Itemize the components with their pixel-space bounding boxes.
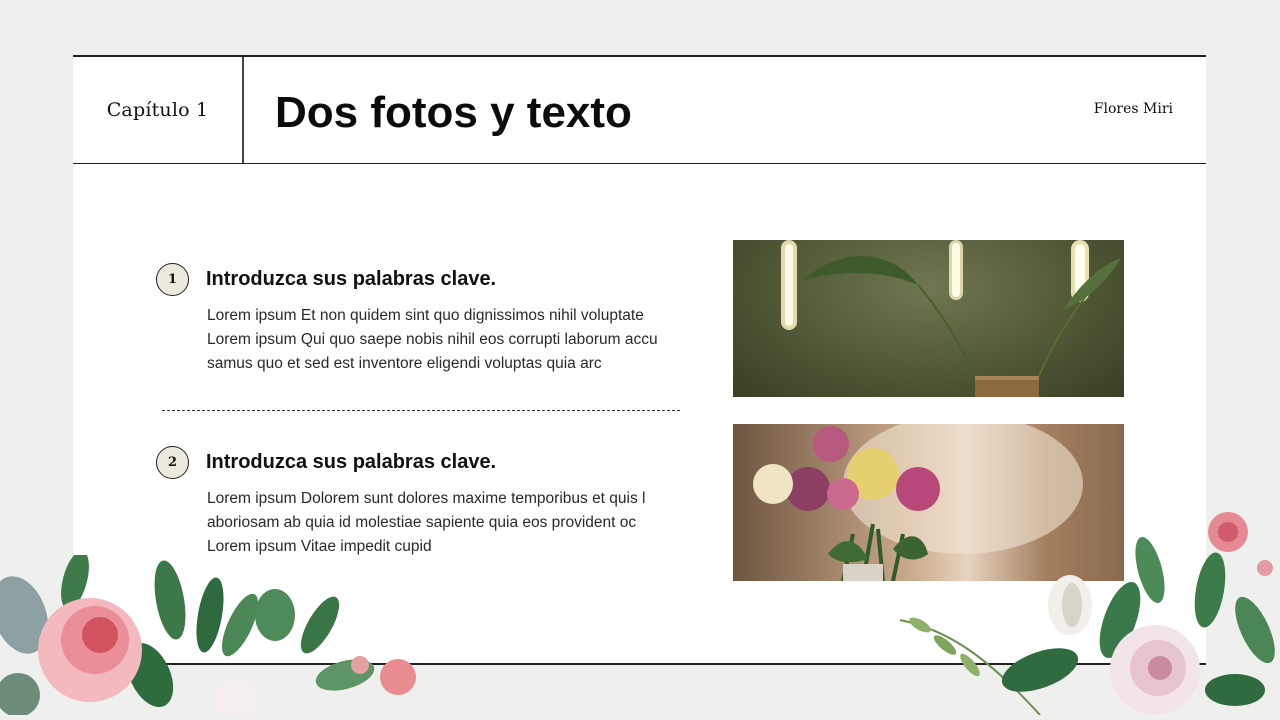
item-title: Introduzca sus palabras clave. bbox=[206, 451, 497, 473]
item-number-badge: 1 bbox=[156, 263, 189, 296]
item-body-line: Lorem ipsum Et non quidem sint quo digni… bbox=[207, 307, 644, 324]
item-body-line: Lorem ipsum Qui quo saepe nobis nihil eo… bbox=[207, 331, 658, 348]
slide-header: Capítulo 1 Dos fotos y texto Flores Miri bbox=[73, 57, 1206, 164]
item-body-line: samus quo et sed est inventore eligendi … bbox=[207, 355, 602, 372]
item-body: Lorem ipsum Et non quidem sint quo digni… bbox=[207, 304, 707, 376]
author-label: Flores Miri bbox=[1093, 101, 1173, 117]
chapter-label: Capítulo 1 bbox=[73, 57, 244, 163]
dashed-divider bbox=[162, 410, 680, 411]
page-title: Dos fotos y texto bbox=[275, 88, 632, 137]
floral-right-icon bbox=[890, 510, 1280, 720]
item-body: Lorem ipsum Dolorem sunt dolores maxime … bbox=[207, 487, 707, 559]
floral-left-icon bbox=[0, 550, 430, 720]
item-body-line: Lorem ipsum Dolorem sunt dolores maxime … bbox=[207, 490, 646, 507]
item-body-line: aboriosam ab quia id molestiae sapiente … bbox=[207, 514, 637, 531]
item-title: Introduzca sus palabras clave. bbox=[206, 268, 497, 290]
plant-and-bulbs-photo bbox=[733, 240, 1124, 397]
item-number-badge: 2 bbox=[156, 446, 189, 479]
